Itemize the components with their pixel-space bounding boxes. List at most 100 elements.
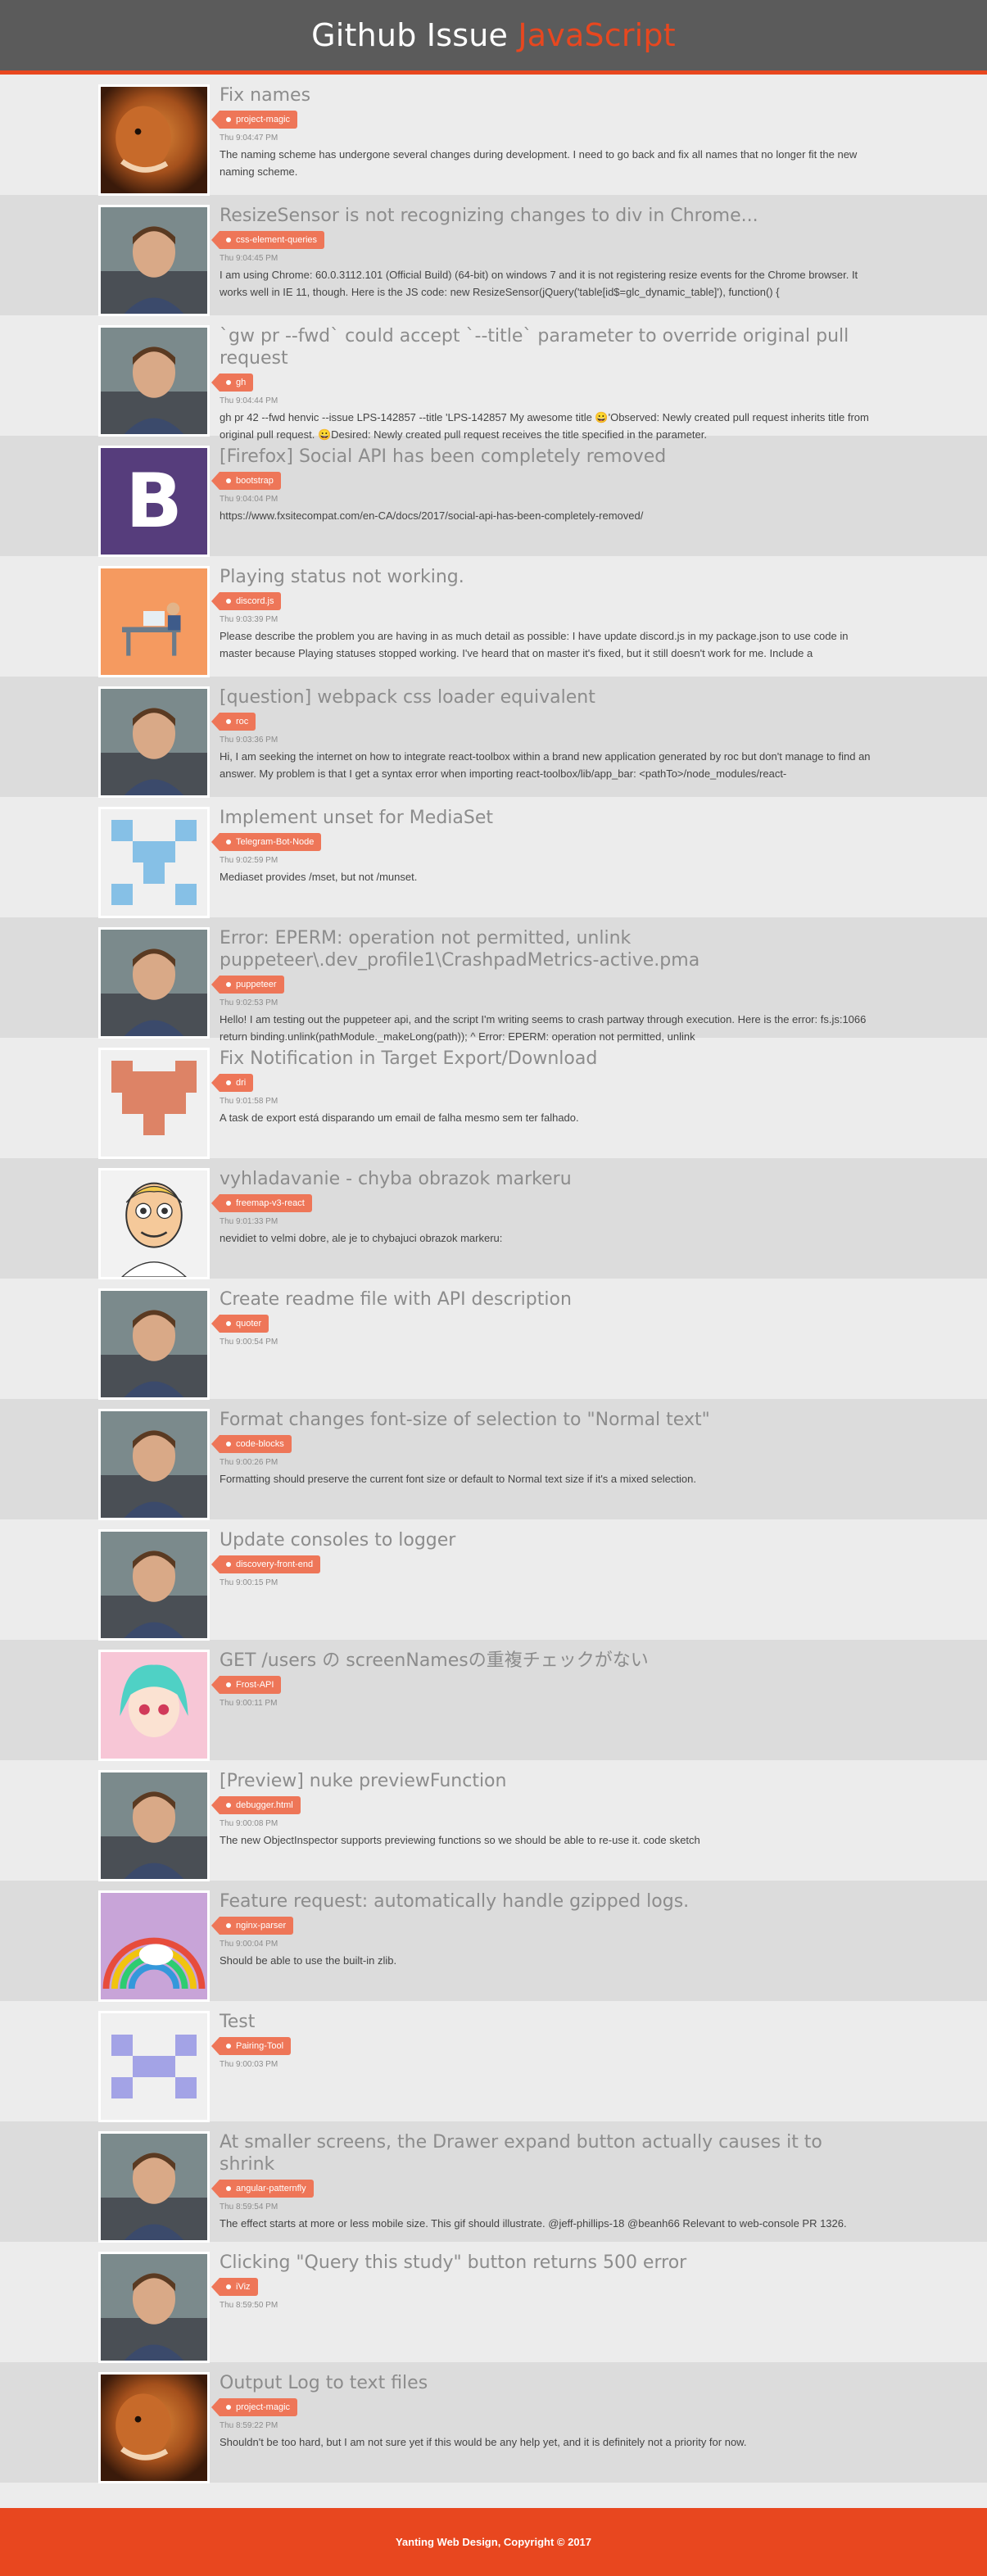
repo-tag[interactable]: iViz — [211, 2278, 258, 2296]
issue-time: Thu 9:02:59 PM — [220, 856, 278, 865]
bootstrap-logo[interactable]: B — [98, 446, 210, 557]
issue-title[interactable]: Feature request: automatically handle gz… — [220, 1890, 875, 1913]
anime-avatar[interactable] — [98, 1650, 210, 1761]
person-avatar[interactable] — [98, 1288, 210, 1400]
repo-tag[interactable]: css-element-queries — [211, 231, 325, 249]
repo-tag[interactable]: discovery-front-end — [211, 1555, 321, 1573]
issue-title[interactable]: Clicking "Query this study" button retur… — [220, 2252, 875, 2274]
issue-row[interactable]: Error: EPERM: operation not permitted, u… — [0, 917, 987, 1043]
repo-tag-label: angular-patternfly — [236, 2184, 306, 2193]
tag-dot-icon — [226, 117, 231, 122]
issue-row[interactable]: At smaller screens, the Drawer expand bu… — [0, 2121, 987, 2243]
issue-title[interactable]: Playing status not working. — [220, 566, 875, 588]
person-avatar[interactable] — [98, 1529, 210, 1641]
repo-tag-label: freemap-v3-react — [236, 1198, 305, 1208]
issue-time: Thu 9:00:08 PM — [220, 1819, 278, 1828]
issue-title[interactable]: Format changes font-size of selection to… — [220, 1409, 875, 1431]
person-avatar[interactable] — [98, 2131, 210, 2243]
tag-dot-icon — [226, 1201, 231, 1206]
issue-title[interactable]: vyhladavanie - chyba obrazok markeru — [220, 1168, 875, 1190]
repo-tag[interactable]: gh — [211, 373, 254, 392]
cartoon-avatar[interactable] — [98, 1168, 210, 1279]
fox-avatar[interactable] — [98, 84, 210, 196]
issue-row[interactable]: Output Log to text files project-magic Thu… — [0, 2362, 987, 2483]
issue-title[interactable]: Implement unset for MediaSet — [220, 807, 875, 829]
issue-title[interactable]: [Preview] nuke previewFunction — [220, 1770, 875, 1792]
identicon-orange[interactable] — [98, 1048, 210, 1159]
repo-tag[interactable]: freemap-v3-react — [211, 1194, 312, 1212]
repo-tag[interactable]: Frost-API — [211, 1676, 282, 1694]
rainbow-avatar[interactable] — [98, 1890, 210, 2002]
repo-tag[interactable]: bootstrap — [211, 472, 281, 490]
issue-title[interactable]: `gw pr --fwd` could accept `--title` par… — [220, 325, 875, 369]
issue-title[interactable]: [question] webpack css loader equivalent — [220, 686, 875, 709]
tag-dot-icon — [226, 1803, 231, 1808]
desk-illustration[interactable] — [98, 566, 210, 677]
repo-tag[interactable]: discord.js — [211, 592, 282, 610]
issue-row[interactable]: Fix names project-magic Thu 9:04:47 PM The … — [0, 75, 987, 196]
repo-tag[interactable]: puppeteer — [211, 976, 284, 994]
issue-body: Mediaset provides /mset, but not /munset… — [220, 871, 418, 883]
issue-title[interactable]: Error: EPERM: operation not permitted, u… — [220, 927, 875, 971]
issue-row[interactable]: Playing status not working. discord.js Thu… — [0, 556, 987, 677]
repo-tag[interactable]: angular-patternfly — [211, 2180, 314, 2198]
repo-tag[interactable]: dri — [211, 1074, 254, 1092]
issue-list: Fix names project-magic Thu 9:04:47 PM The … — [0, 75, 987, 2483]
person-avatar[interactable] — [98, 686, 210, 798]
person-avatar[interactable] — [98, 1770, 210, 1881]
repo-tag[interactable]: quoter — [211, 1315, 269, 1333]
issue-title[interactable]: Test — [220, 2011, 875, 2033]
issue-body: Hello! I am testing out the puppeteer ap… — [220, 1013, 867, 1043]
issue-row[interactable]: GET /users の screenNamesの重複チェックがない Frost-… — [0, 1640, 987, 1761]
issue-row[interactable]: [Preview] nuke previewFunction debugger.h… — [0, 1760, 987, 1881]
repo-tag[interactable]: Telegram-Bot-Node — [211, 833, 322, 851]
issue-row[interactable]: `gw pr --fwd` could accept `--title` par… — [0, 315, 987, 441]
issue-body: I am using Chrome: 60.0.3112.101 (Offici… — [220, 269, 858, 298]
footer-text: Yanting Web Design, Copyright © 2017 — [395, 2536, 592, 2548]
issue-row[interactable]: Test Pairing-Tool Thu 9:00:03 PM — [0, 2001, 987, 2122]
tag-dot-icon — [226, 2044, 231, 2049]
fox-avatar[interactable] — [98, 2372, 210, 2483]
issue-row[interactable]: vyhladavanie - chyba obrazok markeru free… — [0, 1158, 987, 1279]
tag-dot-icon — [226, 840, 231, 844]
repo-tag[interactable]: code-blocks — [211, 1435, 292, 1453]
issue-body: The effect starts at more or less mobile… — [220, 2217, 847, 2230]
issue-title[interactable]: At smaller screens, the Drawer expand bu… — [220, 2131, 875, 2175]
issue-title[interactable]: Update consoles to logger — [220, 1529, 875, 1551]
issue-row[interactable]: Clicking "Query this study" button retur… — [0, 2242, 987, 2363]
issue-title[interactable]: ResizeSensor is not recognizing changes … — [220, 205, 875, 227]
issue-time: Thu 9:00:15 PM — [220, 1578, 278, 1587]
issue-row[interactable]: Implement unset for MediaSet Telegram-Bot… — [0, 797, 987, 918]
page-header: Github Issue JavaScript — [0, 0, 987, 75]
repo-tag[interactable]: roc — [211, 713, 256, 731]
issue-title[interactable]: [Firefox] Social API has been completely… — [220, 446, 875, 468]
issue-row[interactable]: Feature request: automatically handle gz… — [0, 1881, 987, 2002]
issue-title[interactable]: Output Log to text files — [220, 2372, 875, 2394]
issue-row[interactable]: Format changes font-size of selection to… — [0, 1399, 987, 1520]
repo-tag[interactable]: debugger.html — [211, 1796, 301, 1814]
issue-row[interactable]: Update consoles to logger discovery-front… — [0, 1519, 987, 1641]
repo-tag[interactable]: nginx-parser — [211, 1917, 294, 1935]
repo-tag[interactable]: project-magic — [211, 2398, 298, 2416]
identicon-purple[interactable] — [98, 2011, 210, 2122]
issue-title[interactable]: Fix Notification in Target Export/Downlo… — [220, 1048, 875, 1070]
issue-title[interactable]: GET /users の screenNamesの重複チェックがない — [220, 1650, 875, 1672]
repo-tag[interactable]: Pairing-Tool — [211, 2037, 292, 2055]
issue-row[interactable]: Fix Notification in Target Export/Downlo… — [0, 1038, 987, 1159]
issue-row[interactable]: [question] webpack css loader equivalent… — [0, 677, 987, 798]
tag-dot-icon — [226, 1080, 231, 1085]
issue-row[interactable]: B [Firefox] Social API has been completel… — [0, 436, 987, 557]
person-avatar[interactable] — [98, 325, 210, 437]
person-avatar[interactable] — [98, 927, 210, 1039]
person-avatar[interactable] — [98, 2252, 210, 2363]
repo-tag-label: project-magic — [236, 115, 291, 124]
repo-tag[interactable]: project-magic — [211, 111, 298, 129]
issue-title[interactable]: Create readme file with API description — [220, 1288, 875, 1311]
issue-row[interactable]: Create readme file with API description q… — [0, 1279, 987, 1400]
person-avatar[interactable] — [98, 1409, 210, 1520]
identicon-blue[interactable] — [98, 807, 210, 918]
issue-row[interactable]: ResizeSensor is not recognizing changes … — [0, 195, 987, 316]
person-avatar[interactable] — [98, 205, 210, 316]
issue-title[interactable]: Fix names — [220, 84, 875, 106]
repo-tag-label: Telegram-Bot-Node — [236, 837, 315, 847]
